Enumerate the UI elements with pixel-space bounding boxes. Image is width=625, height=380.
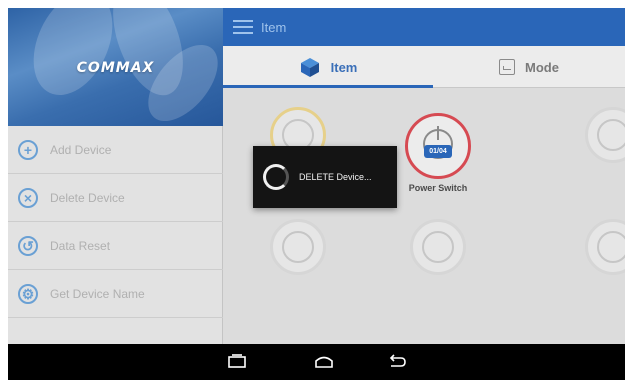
device-tile[interactable] — [543, 219, 625, 275]
progress-dialog: DELETE Device... — [253, 146, 397, 208]
menu-item-label: Data Reset — [50, 238, 111, 253]
reset-icon: ↺ — [18, 235, 38, 256]
app-bar-title: Item — [261, 19, 287, 35]
menu-item-get-device-name[interactable]: ⚙ Get Device Name — [8, 270, 223, 318]
tab-label: Mode — [525, 59, 559, 75]
home-icon[interactable] — [313, 352, 335, 372]
cube-icon — [300, 58, 319, 77]
device-icon — [410, 219, 466, 275]
loading-spinner-icon — [263, 164, 289, 190]
device-count-badge: 01/04 — [424, 145, 452, 158]
mode-icon — [499, 59, 516, 75]
tab-bar: Item Mode — [223, 46, 625, 88]
menu-item-label: Delete Device — [50, 190, 125, 205]
commax-logo: COMMAX — [76, 60, 155, 76]
tab-label: Item — [330, 59, 358, 75]
settings-icon: ⚙ — [18, 283, 38, 304]
device-tile[interactable] — [228, 219, 368, 275]
plus-circle-icon: + — [18, 139, 38, 160]
drawer-menu: + Add Device × Delete Device ↺ Data Rese… — [8, 126, 223, 318]
app-window: COMMAX + Add Device × Delete Device ↺ Da… — [8, 8, 625, 344]
device-tile[interactable] — [368, 219, 508, 275]
menu-item-label: Add Device — [50, 142, 112, 157]
menu-item-label: Get Device Name — [50, 286, 145, 301]
navigation-drawer: COMMAX + Add Device × Delete Device ↺ Da… — [8, 8, 223, 344]
device-grid: 01/04 Power Switch — [223, 89, 625, 344]
x-circle-icon: × — [18, 187, 38, 208]
tab-indicator — [223, 85, 433, 88]
menu-item-delete-device[interactable]: × Delete Device — [8, 174, 223, 222]
device-tile[interactable] — [543, 107, 625, 163]
dialog-message: DELETE Device... — [299, 172, 372, 182]
device-icon — [585, 219, 625, 275]
menu-item-add-device[interactable]: + Add Device — [8, 126, 223, 174]
back-icon[interactable] — [226, 352, 248, 372]
brand-header: COMMAX — [8, 8, 223, 126]
recent-apps-icon[interactable] — [386, 352, 408, 372]
hamburger-menu-icon[interactable] — [233, 20, 253, 34]
system-navigation-bar — [8, 344, 625, 380]
tab-item[interactable]: Item — [223, 46, 433, 88]
device-icon — [585, 107, 625, 163]
tab-mode[interactable]: Mode — [433, 46, 625, 88]
app-bar: Item — [223, 8, 625, 46]
menu-item-data-reset[interactable]: ↺ Data Reset — [8, 222, 223, 270]
device-icon — [270, 219, 326, 275]
